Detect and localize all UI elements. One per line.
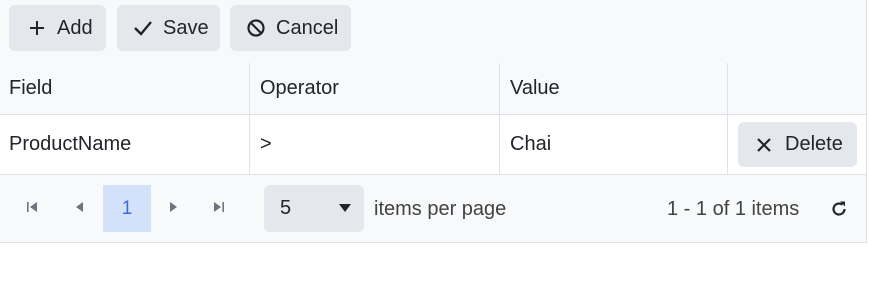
- table-row[interactable]: ProductName > Chai Delete: [0, 115, 866, 175]
- toolbar: Add Save Cancel: [0, 0, 866, 64]
- page-size-value: 5: [280, 197, 292, 219]
- delete-button[interactable]: Delete: [738, 122, 857, 167]
- cell-value[interactable]: Chai: [500, 115, 728, 174]
- chevron-down-icon: [339, 204, 351, 212]
- check-icon: [134, 21, 152, 36]
- table-header: Field Operator Value: [0, 63, 866, 115]
- cell-field-text: ProductName: [9, 133, 132, 155]
- plus-icon: [30, 21, 44, 35]
- add-button-label: Add: [57, 16, 93, 39]
- column-header-label: Operator: [260, 77, 339, 99]
- column-header-label: Value: [510, 77, 560, 99]
- cell-operator-text: >: [260, 133, 272, 155]
- save-button-label: Save: [163, 16, 209, 39]
- pager-info: 1 - 1 of 1 items: [667, 198, 800, 220]
- filter-grid: Add Save Cancel Field Operator Value Pro…: [0, 0, 867, 243]
- prev-page-button[interactable]: [71, 199, 87, 215]
- page-size-select[interactable]: 5: [264, 185, 364, 232]
- column-header-operator[interactable]: Operator: [250, 63, 500, 114]
- column-header-field[interactable]: Field: [0, 63, 250, 114]
- add-button[interactable]: Add: [9, 5, 106, 51]
- column-header-value[interactable]: Value: [500, 63, 728, 114]
- cancel-button-label: Cancel: [276, 16, 339, 39]
- column-header-actions: [728, 63, 866, 114]
- prev-page-icon: [76, 202, 83, 212]
- next-page-icon: [170, 202, 177, 212]
- first-page-button[interactable]: [24, 199, 40, 215]
- cell-value-text: Chai: [510, 133, 552, 155]
- save-button[interactable]: Save: [117, 5, 220, 51]
- first-page-icon: [27, 202, 37, 212]
- cell-field[interactable]: ProductName: [0, 115, 250, 174]
- page-size-label: items per page: [374, 198, 507, 220]
- delete-button-label: Delete: [785, 133, 843, 155]
- last-page-icon: [214, 202, 224, 212]
- x-icon: [757, 137, 771, 152]
- cell-operator[interactable]: >: [250, 115, 500, 174]
- pager: 1 5 items per page 1 - 1 of 1 items: [0, 175, 866, 242]
- column-header-label: Field: [9, 77, 53, 99]
- refresh-icon[interactable]: [829, 199, 849, 219]
- cancel-button[interactable]: Cancel: [230, 5, 351, 51]
- next-page-button[interactable]: [166, 199, 182, 215]
- last-page-button[interactable]: [211, 199, 227, 215]
- page-number-1[interactable]: 1: [103, 185, 151, 232]
- cancel-icon: [247, 19, 265, 37]
